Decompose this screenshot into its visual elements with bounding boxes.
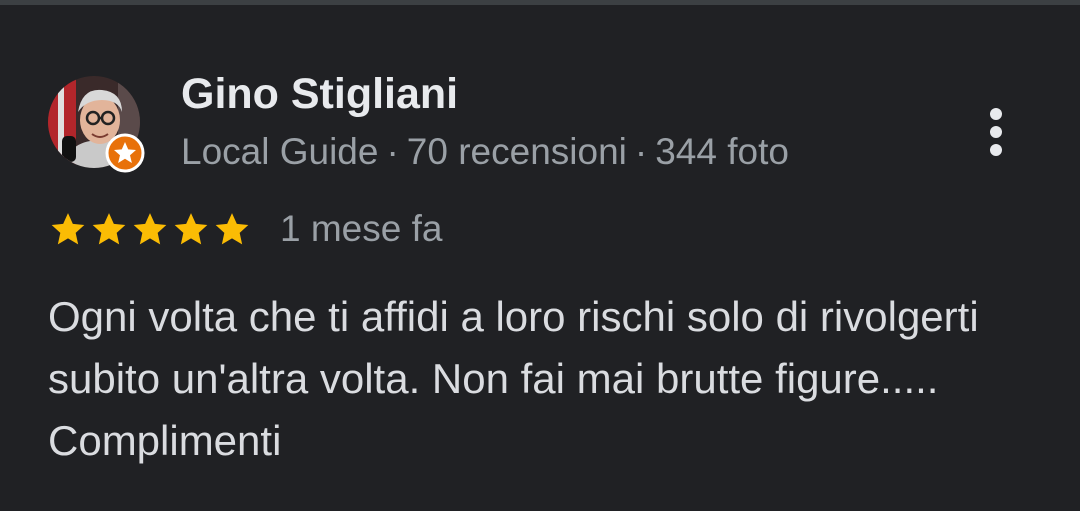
local-guide-label: Local Guide <box>181 131 379 172</box>
review-date: 1 mese fa <box>280 208 443 249</box>
star-icon <box>174 213 208 245</box>
more-vert-icon-dot <box>990 108 1002 120</box>
star-icon <box>133 213 167 245</box>
star-rating <box>48 209 252 249</box>
star-icon <box>92 213 126 245</box>
more-options-button[interactable] <box>972 100 1020 164</box>
photos-count: 344 foto <box>655 131 789 172</box>
meta-separator: · <box>386 131 399 172</box>
author-name[interactable]: Gino Stigliani <box>181 70 458 119</box>
review-text: Ogni volta che ti affidi a loro rischi s… <box>48 293 979 464</box>
star-icon <box>215 213 249 245</box>
meta-separator: · <box>634 131 648 172</box>
author-meta: Local Guide · 70 recensioni · 344 foto <box>181 131 789 173</box>
avatar[interactable] <box>48 76 145 173</box>
star-icon <box>51 213 85 245</box>
more-vert-icon-dot <box>990 126 1002 138</box>
rating-row: 1 mese fa <box>48 205 442 253</box>
star-badge-icon <box>105 133 145 173</box>
more-vert-icon-dot <box>990 144 1002 156</box>
reviews-count: 70 recensioni <box>406 131 627 172</box>
top-divider <box>0 0 1080 5</box>
